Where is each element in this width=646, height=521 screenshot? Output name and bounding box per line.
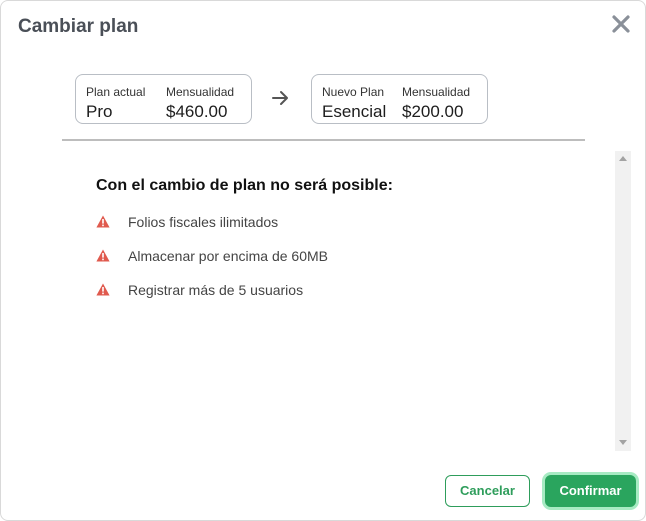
new-plan-label: Nuevo Plan	[322, 85, 385, 99]
warning-triangle-icon	[96, 249, 110, 262]
warnings-heading: Con el cambio de plan no será posible:	[96, 177, 393, 194]
warning-text: Folios fiscales ilimitados	[128, 214, 279, 230]
list-item: Folios fiscales ilimitados	[96, 213, 328, 247]
scroll-down-icon[interactable]	[619, 440, 627, 445]
warning-triangle-icon	[96, 215, 110, 228]
warning-triangle-icon	[96, 283, 110, 296]
change-plan-dialog: Cambiar plan Plan actual Pro Mensualidad…	[0, 0, 646, 521]
cancel-button[interactable]: Cancelar	[445, 475, 530, 507]
warnings-list: Folios fiscales ilimitados Almacenar por…	[96, 213, 328, 315]
list-item: Almacenar por encima de 60MB	[96, 247, 328, 281]
warning-text: Registrar más de 5 usuarios	[128, 282, 304, 298]
current-price-value: $460.00	[166, 102, 228, 121]
confirm-button[interactable]: Confirmar	[545, 475, 636, 507]
new-plan-value: Esencial	[322, 102, 387, 121]
scroll-up-icon[interactable]	[619, 156, 627, 161]
new-price-label: Mensualidad	[402, 85, 471, 99]
divider	[62, 139, 585, 141]
arrow-right-icon	[272, 91, 288, 105]
current-plan-price-col: Mensualidad $460.00	[166, 85, 234, 122]
new-plan-card: Nuevo Plan Esencial Mensualidad $200.00	[311, 74, 488, 124]
current-plan-label: Plan actual	[86, 85, 146, 99]
new-plan-name-col: Nuevo Plan Esencial	[322, 85, 386, 122]
close-button[interactable]	[611, 14, 631, 34]
close-x-icon	[612, 15, 630, 33]
current-plan-card: Plan actual Pro Mensualidad $460.00	[75, 74, 252, 124]
vertical-scrollbar[interactable]	[615, 151, 631, 451]
new-price-value: $200.00	[402, 102, 464, 121]
current-plan-name-col: Plan actual Pro	[86, 85, 145, 122]
current-price-label: Mensualidad	[166, 85, 235, 99]
list-item: Registrar más de 5 usuarios	[96, 281, 328, 315]
new-plan-price-col: Mensualidad $200.00	[402, 85, 470, 122]
warning-text: Almacenar por encima de 60MB	[128, 248, 328, 264]
warnings-scroll-area: Con el cambio de plan no será posible: F…	[62, 151, 615, 451]
current-plan-value: Pro	[86, 102, 113, 121]
dialog-title: Cambiar plan	[18, 16, 139, 37]
